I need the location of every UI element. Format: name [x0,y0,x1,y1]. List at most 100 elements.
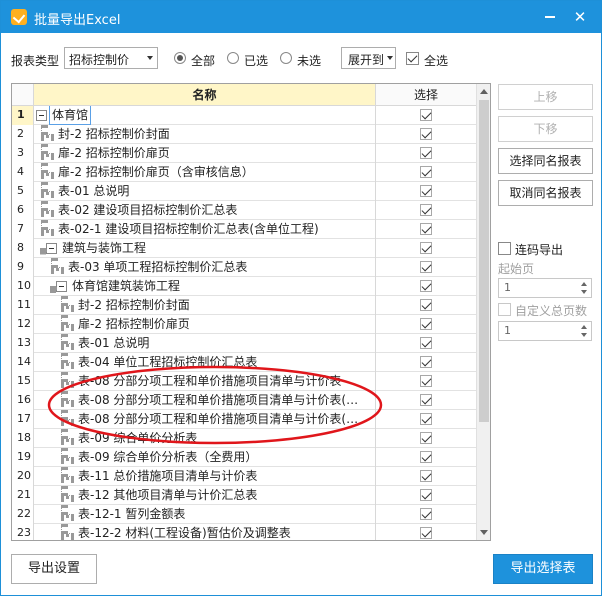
row-select-checkbox[interactable] [420,147,432,159]
row-select-checkbox[interactable] [420,223,432,235]
report-name-cell[interactable]: 表-02-1 建设项目招标控制价汇总表(含单位工程) [34,220,376,239]
row-select-checkbox[interactable] [420,204,432,216]
table-row[interactable]: 9 表-03 单项工程招标控制价汇总表 [12,258,476,277]
minimize-icon[interactable] [537,5,563,29]
report-name-cell[interactable]: 封-2 招标控制价封面 [34,296,376,315]
table-row[interactable]: 18 表-09 综合单价分析表 [12,429,476,448]
table-row[interactable]: 20 表-11 总价措施项目清单与计价表 [12,467,476,486]
report-name-cell[interactable]: 表-09 综合单价分析表 [34,429,376,448]
report-name-cell[interactable]: 表-03 单项工程招标控制价汇总表 [34,258,376,277]
report-name-cell[interactable]: 表-12-2 材料(工程设备)暂估价及调整表 [34,524,376,540]
spin-down-icon[interactable] [581,333,587,337]
row-select-checkbox[interactable] [420,375,432,387]
filter-selected-label[interactable]: 已选 [244,52,268,69]
row-select-checkbox[interactable] [420,508,432,520]
report-name-cell[interactable]: 建筑与装饰工程 [34,239,376,258]
row-select-checkbox[interactable] [420,356,432,368]
start-page-spinner[interactable]: 1 [498,278,592,298]
report-name-cell[interactable]: 封-2 招标控制价封面 [34,125,376,144]
row-select-checkbox[interactable] [420,128,432,140]
report-name-cell[interactable]: 表-12-1 暂列金额表 [34,505,376,524]
report-name-cell[interactable]: 表-01 总说明 [34,182,376,201]
row-select-checkbox[interactable] [420,413,432,425]
table-row[interactable]: 13 表-01 总说明 [12,334,476,353]
filter-unselected-radio[interactable] [280,52,292,64]
row-select-checkbox[interactable] [420,280,432,292]
filter-all-radio[interactable] [174,52,186,64]
expand-to-select[interactable]: 展开到 [341,47,396,69]
table-row[interactable]: 2 封-2 招标控制价封面 [12,125,476,144]
report-type-select[interactable]: 招标控制价 [64,47,158,69]
table-row[interactable]: 6 表-02 建设项目招标控制价汇总表 [12,201,476,220]
row-select-checkbox[interactable] [420,337,432,349]
table-row[interactable]: 14 表-04 单位工程招标控制价汇总表 [12,353,476,372]
close-icon[interactable]: ✕ [567,5,593,29]
table-row[interactable]: 11 封-2 招标控制价封面 [12,296,476,315]
row-select-checkbox[interactable] [420,185,432,197]
report-name-cell[interactable]: 体育馆 [34,106,376,125]
report-name-cell[interactable]: 扉-2 招标控制价扉页 [34,144,376,163]
table-row[interactable]: 7 表-02-1 建设项目招标控制价汇总表(含单位工程) [12,220,476,239]
table-row[interactable]: 12 扉-2 招标控制价扉页 [12,315,476,334]
table-row[interactable]: 1 体育馆 [12,106,476,125]
report-name-cell[interactable]: 扉-2 招标控制价扉页（含审核信息） [34,163,376,182]
report-name-cell[interactable]: 表-08 分部分项工程和单价措施项目清单与计价表 [34,372,376,391]
row-select-checkbox[interactable] [420,527,432,539]
report-name-cell[interactable]: 表-08 分部分项工程和单价措施项目清单与计价表(… [34,410,376,429]
continuous-export-checkbox[interactable] [498,242,511,255]
row-select-checkbox[interactable] [420,394,432,406]
row-select-checkbox[interactable] [420,261,432,273]
table-row[interactable]: 17 表-08 分部分项工程和单价措施项目清单与计价表(… [12,410,476,429]
report-name-cell[interactable]: 体育馆建筑装饰工程 [34,277,376,296]
row-select-checkbox[interactable] [420,109,432,121]
select-same-name-button[interactable]: 选择同名报表 [498,148,593,174]
table-row[interactable]: 4 扉-2 招标控制价扉页（含审核信息） [12,163,476,182]
collapse-toggle-icon[interactable] [56,281,67,292]
report-name-cell[interactable]: 扉-2 招标控制价扉页 [34,315,376,334]
report-name-cell[interactable]: 表-12 其他项目清单与计价汇总表 [34,486,376,505]
row-select-checkbox[interactable] [420,318,432,330]
export-selected-button[interactable]: 导出选择表 [493,554,593,584]
move-down-button[interactable]: 下移 [498,116,593,142]
collapse-toggle-icon[interactable] [36,110,47,121]
report-name-cell[interactable]: 表-11 总价措施项目清单与计价表 [34,467,376,486]
table-row[interactable]: 16 表-08 分部分项工程和单价措施项目清单与计价表(… [12,391,476,410]
continuous-export-label[interactable]: 连码导出 [515,241,563,258]
vertical-scrollbar[interactable] [476,84,490,540]
table-row[interactable]: 21 表-12 其他项目清单与计价汇总表 [12,486,476,505]
cancel-same-name-button[interactable]: 取消同名报表 [498,180,593,206]
table-row[interactable]: 3 扉-2 招标控制价扉页 [12,144,476,163]
report-tree-grid[interactable]: 名称 选择 1 体育馆 2 封-2 招标控制价封面 3 扉-2 招标控制价扉页 4 扉-2 招… [11,83,491,541]
spin-up-icon[interactable] [581,325,587,329]
row-select-checkbox[interactable] [420,451,432,463]
table-row[interactable]: 15 表-08 分部分项工程和单价措施项目清单与计价表 [12,372,476,391]
select-all-label[interactable]: 全选 [424,52,448,69]
row-select-checkbox[interactable] [420,470,432,482]
row-select-checkbox[interactable] [420,299,432,311]
table-row[interactable]: 8 建筑与装饰工程 [12,239,476,258]
scroll-down-icon[interactable] [480,530,488,535]
scroll-up-icon[interactable] [480,89,488,94]
table-row[interactable]: 5 表-01 总说明 [12,182,476,201]
move-up-button[interactable]: 上移 [498,84,593,110]
collapse-toggle-icon[interactable] [46,243,57,254]
row-select-checkbox[interactable] [420,432,432,444]
table-row[interactable]: 19 表-09 综合单价分析表（全费用） [12,448,476,467]
custom-total-pages-spinner[interactable]: 1 [498,321,592,341]
table-row[interactable]: 10 体育馆建筑装饰工程 [12,277,476,296]
custom-total-pages-checkbox[interactable] [498,303,511,316]
row-select-checkbox[interactable] [420,489,432,501]
filter-all-label[interactable]: 全部 [191,52,215,69]
report-name-cell[interactable]: 表-01 总说明 [34,334,376,353]
scrollbar-thumb[interactable] [479,100,489,422]
spin-up-icon[interactable] [581,282,587,286]
row-select-checkbox[interactable] [420,242,432,254]
report-name-cell[interactable]: 表-09 综合单价分析表（全费用） [34,448,376,467]
table-row[interactable]: 23 表-12-2 材料(工程设备)暂估价及调整表 [12,524,476,540]
row-select-checkbox[interactable] [420,166,432,178]
filter-unselected-label[interactable]: 未选 [297,52,321,69]
report-name-cell[interactable]: 表-04 单位工程招标控制价汇总表 [34,353,376,372]
select-all-checkbox[interactable] [406,52,419,65]
report-name-cell[interactable]: 表-02 建设项目招标控制价汇总表 [34,201,376,220]
report-name-cell[interactable]: 表-08 分部分项工程和单价措施项目清单与计价表(… [34,391,376,410]
